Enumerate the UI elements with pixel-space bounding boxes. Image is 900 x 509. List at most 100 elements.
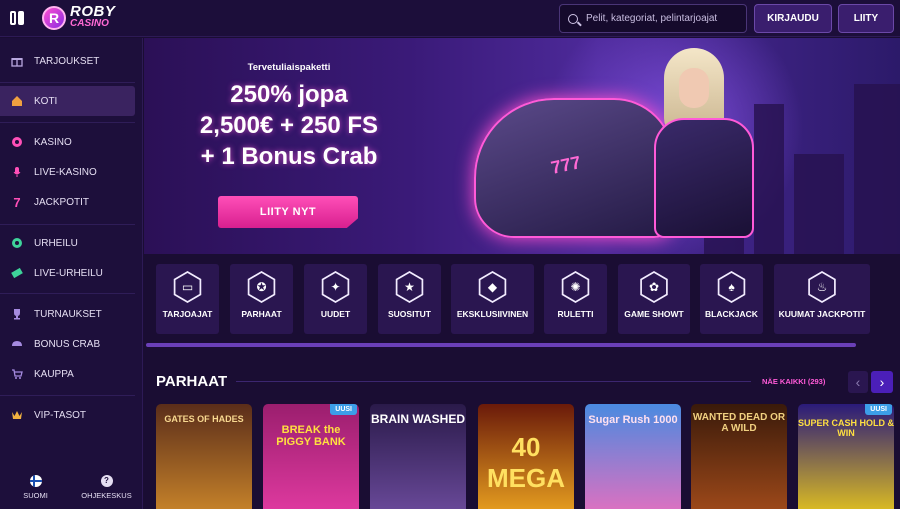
join-now-button[interactable]: LIITY NYT: [218, 196, 358, 228]
sidebar-item-turnaukset[interactable]: TURNAUKSET: [0, 299, 135, 329]
section-title: PARHAAT: [156, 373, 228, 390]
category-suositut[interactable]: ★ SUOSITUT: [378, 264, 441, 334]
home-icon: [10, 94, 24, 108]
game-title: Sugar Rush 1000: [588, 414, 678, 426]
carousel-prev-button[interactable]: ‹: [848, 371, 868, 393]
logo-text-top: ROBY: [70, 3, 116, 20]
sidebar-item-live-kasino[interactable]: LIVE-KASINO: [0, 157, 135, 187]
game-title: GATES OF HADES: [164, 414, 244, 424]
logo[interactable]: R ROBY CASINO: [42, 4, 115, 32]
folder-icon: ▭: [175, 273, 200, 301]
game-tile[interactable]: 40 MEGA: [478, 404, 574, 509]
divider: [0, 82, 135, 83]
divider: [0, 395, 135, 396]
sidebar-item-label: BONUS CRAB: [34, 338, 101, 350]
game-tile[interactable]: Sugar Rush 1000: [585, 404, 681, 509]
language-label: SUOMI: [23, 491, 48, 500]
sidebar-item-kauppa[interactable]: KAUPPA: [0, 359, 135, 389]
star-icon: ★: [397, 273, 422, 301]
hero-banner[interactable]: 777 Tervetuliaispaketti 250% jopa 2,500€…: [144, 38, 900, 254]
game-title: BRAIN WASHED: [370, 412, 465, 426]
logo-badge: R: [42, 6, 66, 30]
login-button[interactable]: KIRJAUDU: [754, 4, 832, 33]
sidebar-item-live-urheilu[interactable]: LIVE-URHEILU: [0, 258, 135, 288]
crab-icon: [10, 337, 24, 351]
carousel-next-button[interactable]: ›: [871, 371, 893, 393]
category-eksklusiivinen[interactable]: ◆ EKSKLUSIIVINEN: [451, 264, 534, 334]
flame-icon: ♨: [809, 273, 835, 301]
category-kuumat-jackpotit[interactable]: ♨ KUUMAT JACKPOTIT: [774, 264, 870, 334]
rider-illustration: [644, 48, 764, 248]
game-title: WANTED DEAD OR A WILD: [692, 412, 786, 434]
sidebar-item-label: JACKPOTIT: [34, 196, 90, 208]
ticket-icon: [10, 266, 24, 280]
sidebar-item-kasino[interactable]: KASINO: [0, 127, 135, 157]
divider: [0, 224, 135, 225]
help-center-link[interactable]: ? OHJEKESKUS: [71, 469, 142, 509]
help-label: OHJEKESKUS: [81, 491, 132, 500]
search-box[interactable]: [559, 4, 747, 33]
sidebar-item-bonus-crab[interactable]: BONUS CRAB: [0, 329, 135, 359]
sidebar: TARJOUKSET KOTI KASINO LIVE-KASINO 7 JAC…: [0, 38, 143, 509]
category-ruletti[interactable]: ✺ RULETTI: [544, 264, 607, 334]
sidebar-item-koti[interactable]: KOTI: [0, 86, 135, 116]
sidebar-item-vip-tasot[interactable]: VIP-TASOT: [0, 400, 135, 430]
search-input[interactable]: [586, 13, 746, 24]
sidebar-item-label: LIVE-URHEILU: [34, 267, 103, 279]
search-icon: [568, 13, 578, 24]
game-tile[interactable]: GATES OF HADES: [156, 404, 252, 509]
game-tile[interactable]: UUSI BREAK the PIGGY BANK: [263, 404, 359, 509]
help-icon: ?: [100, 475, 113, 487]
seven-icon: 7: [13, 194, 21, 210]
join-button[interactable]: LIITY: [838, 4, 894, 33]
crown-icon: [10, 408, 24, 422]
sidebar-item-urheilu[interactable]: URHEILU: [0, 228, 135, 258]
spade-icon: ♠: [719, 273, 744, 301]
category-game-showt[interactable]: ✿ GAME SHOWT: [618, 264, 690, 334]
new-badge: UUSI: [330, 404, 357, 415]
microphone-icon: [10, 165, 24, 179]
sidebar-item-label: VIP-TASOT: [34, 409, 87, 421]
football-icon: [10, 236, 24, 250]
trophy-icon: [10, 307, 24, 321]
chip-icon: [10, 135, 24, 149]
medal-icon: ✪: [249, 273, 274, 301]
bike-plate: 777: [549, 152, 583, 178]
game-tile[interactable]: UUSI SUPER CASH HOLD & WIN: [798, 404, 894, 509]
promo-eyebrow: Tervetuliaispaketti: [247, 62, 331, 73]
game-title: BREAK the PIGGY BANK: [276, 424, 346, 448]
see-all-link[interactable]: NÄE KAIKKI (293): [762, 377, 825, 386]
new-badge: UUSI: [865, 404, 892, 415]
divider: [0, 122, 135, 123]
wheel-icon: ✿: [641, 273, 667, 301]
sidebar-item-label: KAUPPA: [34, 368, 74, 380]
divider: [0, 293, 135, 294]
sidebar-item-label: TARJOUKSET: [34, 55, 100, 67]
gift-icon: [10, 54, 24, 68]
language-selector[interactable]: SUOMI: [0, 469, 71, 509]
game-title: 40 MEGA: [487, 432, 565, 493]
sidebar-item-label: KASINO: [34, 136, 72, 148]
category-scrollbar[interactable]: [146, 343, 856, 347]
category-tarjoajat[interactable]: ▭ TARJOAJAT: [156, 264, 219, 334]
sidebar-item-tarjoukset[interactable]: TARJOUKSET: [0, 46, 135, 76]
sidebar-item-jackpotit[interactable]: 7 JACKPOTIT: [0, 187, 135, 217]
promo-text: Tervetuliaispaketti 250% jopa 2,500€ + 2…: [184, 62, 394, 172]
sidebar-item-label: TURNAUKSET: [34, 308, 102, 320]
cart-icon: [10, 367, 24, 381]
sparkle-icon: ✦: [323, 273, 348, 301]
sidebar-item-label: LIVE-KASINO: [34, 166, 97, 178]
category-uudet[interactable]: ✦ UUDET: [304, 264, 367, 334]
sidebar-toggle-icon[interactable]: [10, 11, 26, 25]
logo-text-bottom: CASINO: [70, 18, 109, 29]
promo-line-2: 2,500€ + 250 FS: [199, 112, 379, 139]
category-parhaat[interactable]: ✪ PARHAAT: [230, 264, 293, 334]
divider: [236, 381, 751, 382]
game-tile[interactable]: BRAIN WASHED: [370, 404, 466, 509]
roulette-icon: ✺: [563, 273, 588, 301]
category-blackjack[interactable]: ♠ BLACKJACK: [700, 264, 763, 334]
sidebar-item-label: URHEILU: [34, 237, 78, 249]
game-tile[interactable]: WANTED DEAD OR A WILD: [691, 404, 787, 509]
diamond-icon: ◆: [480, 273, 505, 301]
sidebar-item-label: KOTI: [34, 95, 58, 107]
